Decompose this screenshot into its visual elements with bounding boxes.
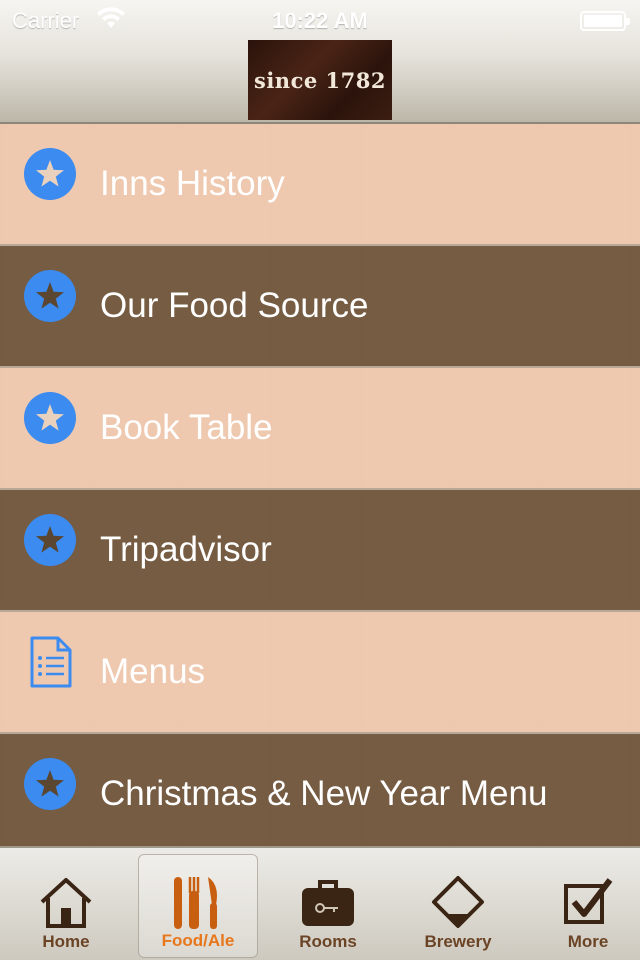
tab-brewery[interactable]: Brewery bbox=[398, 854, 518, 958]
star-icon bbox=[24, 270, 76, 322]
menu-item-label: Book Table bbox=[100, 408, 273, 447]
house-icon bbox=[40, 878, 92, 928]
menu-item-inns-history[interactable]: Inns History bbox=[0, 124, 640, 246]
tab-rooms[interactable]: Rooms bbox=[268, 854, 388, 958]
menu-item-book-table[interactable]: Book Table bbox=[0, 368, 640, 490]
menu-item-label: Menus bbox=[100, 652, 206, 691]
tab-label: Rooms bbox=[299, 932, 357, 951]
menu-item-label: Our Food Source bbox=[100, 286, 369, 325]
checkbox-icon bbox=[564, 878, 613, 924]
briefcase-key-icon bbox=[302, 880, 354, 926]
menu-item-label: Christmas & New Year Menu bbox=[100, 774, 548, 813]
document-list-icon bbox=[30, 636, 72, 688]
tab-label: More bbox=[567, 932, 609, 951]
inn-logo: since 1782 bbox=[248, 40, 392, 120]
menu-item-label: Tripadvisor bbox=[100, 530, 272, 569]
star-icon bbox=[24, 392, 76, 444]
star-icon bbox=[24, 514, 76, 566]
tab-label: Home bbox=[42, 932, 90, 951]
star-icon bbox=[24, 148, 76, 200]
fork-knife-icon bbox=[174, 877, 217, 929]
star-icon bbox=[24, 758, 76, 810]
logo-text: since 1782 bbox=[254, 67, 386, 93]
beaker-icon bbox=[432, 876, 484, 928]
status-time: 10:22 AM bbox=[272, 8, 368, 33]
tab-home[interactable]: Home bbox=[6, 854, 126, 958]
status-bar: Carrier 10:22 AM bbox=[0, 0, 640, 40]
menu-item-menus[interactable]: Menus bbox=[0, 612, 640, 734]
menu-list: Inns History Our Food Source Book Table … bbox=[0, 124, 640, 846]
battery-icon bbox=[580, 11, 630, 31]
menu-item-label: Inns History bbox=[100, 164, 285, 203]
tab-label: Food/Ale bbox=[161, 931, 235, 950]
menu-item-our-food-source[interactable]: Our Food Source bbox=[0, 246, 640, 368]
tab-bar: Home Food/Ale Rooms Brewery More bbox=[0, 846, 640, 960]
navigation-header: Carrier 10:22 AM since 1782 bbox=[0, 0, 640, 124]
menu-item-christmas-new-year-menu[interactable]: Christmas & New Year Menu bbox=[0, 734, 640, 846]
tab-food-ale[interactable]: Food/Ale bbox=[138, 854, 258, 958]
tab-label: Brewery bbox=[424, 932, 492, 951]
tab-more[interactable]: More bbox=[528, 854, 640, 958]
menu-item-tripadvisor[interactable]: Tripadvisor bbox=[0, 490, 640, 612]
